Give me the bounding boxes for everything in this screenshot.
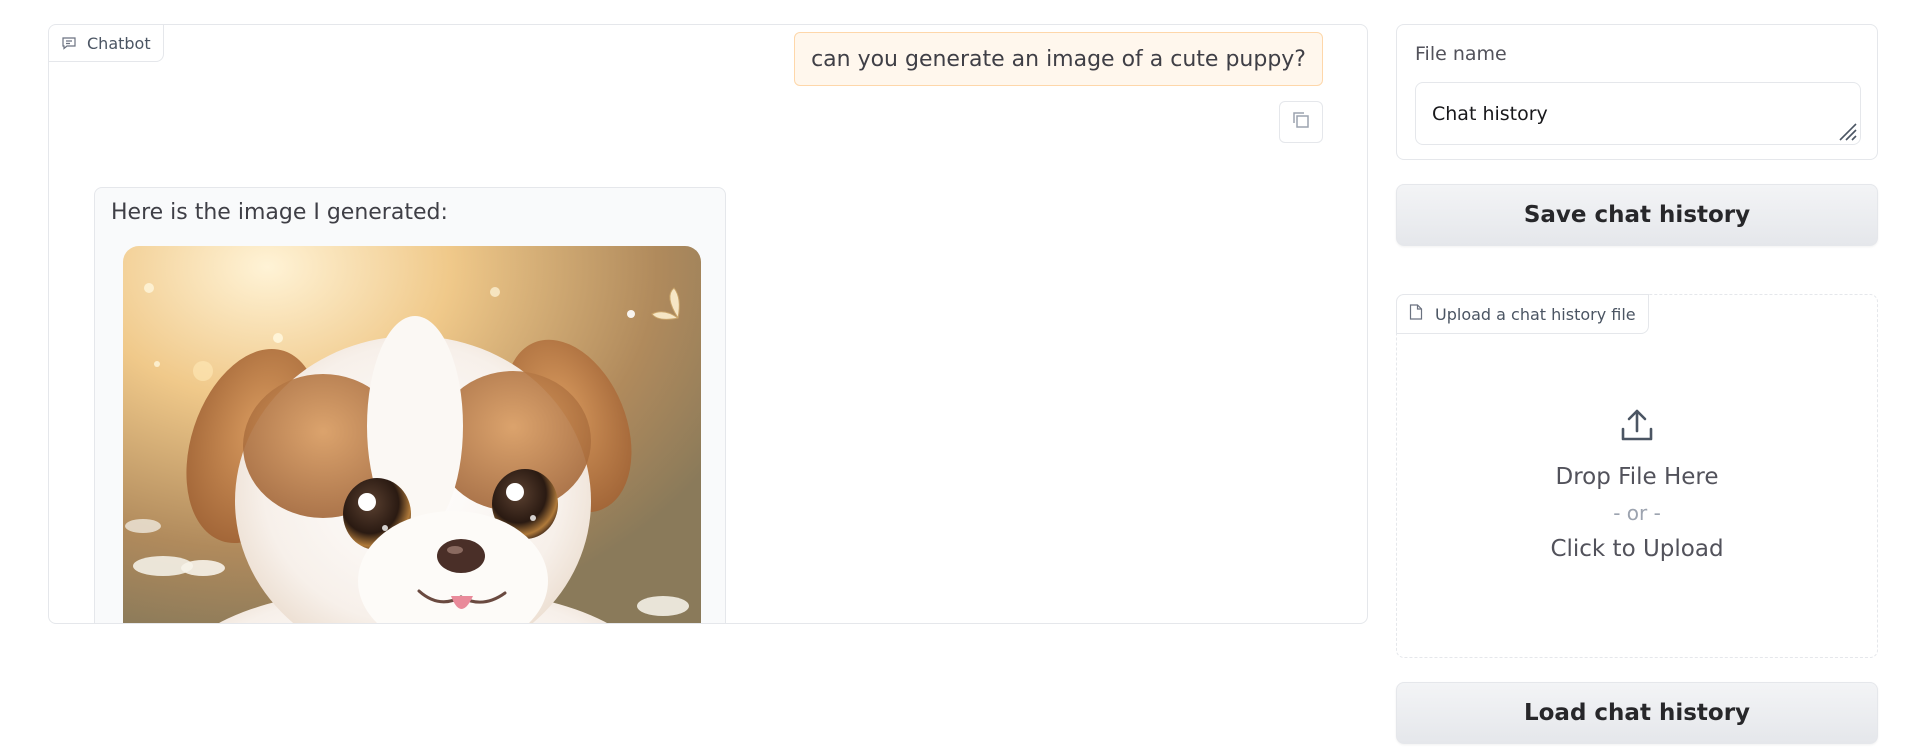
or-separator: - or - — [1613, 501, 1661, 525]
load-chat-history-button[interactable]: Load chat history — [1396, 682, 1878, 744]
bot-message-text: Here is the image I generated: — [111, 200, 448, 225]
file-name-value: Chat history — [1432, 102, 1548, 125]
chatbot-label-text: Chatbot — [87, 33, 151, 53]
copy-button[interactable] — [1279, 101, 1323, 143]
upload-label: Upload a chat history file — [1396, 294, 1649, 334]
upload-dropzone[interactable]: Upload a chat history file Drop File Her… — [1396, 294, 1878, 658]
user-message: can you generate an image of a cute pupp… — [794, 32, 1323, 86]
bot-message: Here is the image I generated: — [94, 187, 726, 623]
copy-icon — [1290, 109, 1312, 135]
upload-prompt: Drop File Here - or - Click to Upload — [1397, 405, 1877, 567]
upload-label-text: Upload a chat history file — [1435, 304, 1636, 324]
upload-icon — [1617, 405, 1657, 445]
chat-icon — [61, 35, 77, 51]
resize-grip-icon[interactable] — [1836, 120, 1858, 142]
chatbot-label: Chatbot — [49, 25, 164, 62]
file-icon — [1409, 304, 1423, 324]
file-name-label: File name — [1415, 43, 1507, 65]
click-to-upload-text[interactable]: Click to Upload — [1550, 531, 1723, 567]
drop-file-text: Drop File Here — [1555, 464, 1719, 490]
chatbot-panel: Chatbot can you generate an image of a c… — [48, 24, 1368, 624]
file-name-block: File name Chat history — [1396, 24, 1878, 160]
save-chat-history-button[interactable]: Save chat history — [1396, 184, 1878, 246]
file-name-input[interactable]: Chat history — [1415, 82, 1861, 145]
generated-puppy-image[interactable] — [123, 246, 701, 623]
